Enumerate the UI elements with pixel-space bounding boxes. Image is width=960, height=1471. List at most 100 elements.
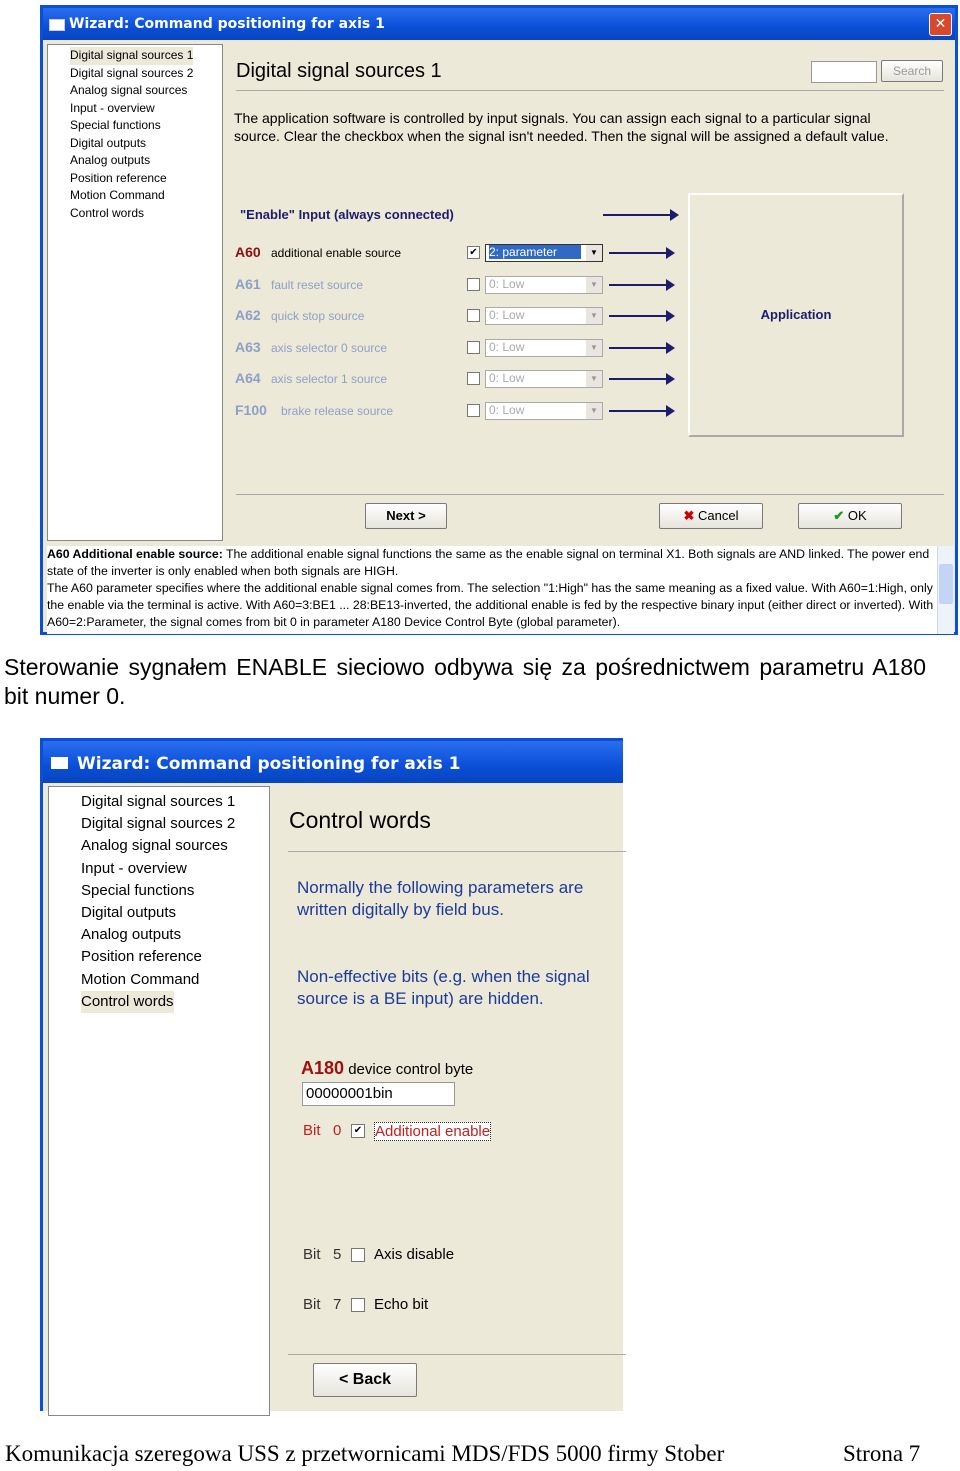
bit-label[interactable]: Axis disable xyxy=(374,1246,454,1263)
bit-checkbox[interactable] xyxy=(351,1298,365,1312)
ok-button[interactable]: ✔ OK xyxy=(798,503,902,529)
search-button[interactable]: Search xyxy=(881,60,943,82)
signal-code: A60 xyxy=(235,244,261,260)
selected-value: 0: Low xyxy=(489,371,525,385)
tree-item[interactable]: Motion Command xyxy=(70,187,222,205)
signal-label: quick stop source xyxy=(271,309,365,323)
enable-input-label: "Enable" Input (always connected) xyxy=(240,207,454,222)
arrow-icon xyxy=(609,404,675,417)
signal-source-select[interactable]: 2: parameter ▼ xyxy=(485,244,603,262)
help-scrollbar[interactable] xyxy=(937,546,954,634)
arrow-icon xyxy=(609,341,675,354)
tree-item[interactable]: Analog outputs xyxy=(81,924,269,946)
tree-item[interactable]: Special functions xyxy=(70,117,222,135)
help-heading: A60 Additional enable source: xyxy=(47,547,223,561)
tree-item[interactable]: Analog outputs xyxy=(70,152,222,170)
application-box: Application xyxy=(688,193,904,437)
tree-item[interactable]: Control words xyxy=(70,205,222,223)
divider xyxy=(288,1354,626,1355)
cancel-button[interactable]: ✖ Cancel xyxy=(659,503,763,529)
tree-item[interactable]: Digital signal sources 2 xyxy=(70,65,222,83)
divider xyxy=(236,90,944,91)
ok-label: OK xyxy=(847,508,867,523)
arrow-icon xyxy=(603,209,679,221)
signal-checkbox[interactable] xyxy=(467,309,480,322)
chevron-down-icon: ▼ xyxy=(586,371,602,387)
arrow-icon xyxy=(609,278,675,291)
signal-checkbox[interactable] xyxy=(467,340,480,354)
signal-label: axis selector 0 source xyxy=(271,340,388,355)
caption-text: Sterowanie sygnałem ENABLE sieciowo odby… xyxy=(4,654,926,709)
signal-checkbox[interactable] xyxy=(467,403,480,417)
arrow-icon xyxy=(609,373,675,385)
cancel-icon: ✖ xyxy=(683,508,695,523)
bit-label[interactable]: Additional enable xyxy=(374,1122,492,1141)
search-input[interactable] xyxy=(811,61,877,83)
tree-item[interactable]: Analog signal sources xyxy=(70,82,222,100)
parameter-label: A180 device control byte xyxy=(301,1058,473,1079)
signal-code: A61 xyxy=(235,275,261,292)
description-1: Normally the following parameters are wr… xyxy=(297,878,584,919)
bit-number: Bit 7 xyxy=(303,1296,342,1313)
footer-left: Komunikacja szeregowa USS z przetwornica… xyxy=(5,1441,725,1466)
bit-number: Bit 5 xyxy=(303,1246,342,1263)
signal-checkbox[interactable] xyxy=(467,372,480,385)
bit-checkbox[interactable] xyxy=(351,1248,365,1262)
close-button[interactable]: ✕ xyxy=(929,13,952,36)
title-bar: Wizard: Command positioning for axis 1 ✕ xyxy=(43,8,955,40)
selected-value: 0: Low xyxy=(489,339,525,354)
signal-label: additional enable source xyxy=(271,246,402,260)
cancel-label: Cancel xyxy=(698,508,739,523)
signal-code: A63 xyxy=(235,338,261,355)
signal-label: axis selector 1 source xyxy=(271,372,388,386)
window-icon xyxy=(51,757,68,769)
chevron-down-icon: ▼ xyxy=(586,245,602,261)
bit-checkbox[interactable]: ✔ xyxy=(351,1124,365,1138)
help-text-panel: A60 Additional enable source: The additi… xyxy=(47,546,937,634)
selected-value: 0: Low xyxy=(489,308,525,322)
tree-item[interactable]: Position reference xyxy=(81,946,269,968)
intro-text: The application software is controlled b… xyxy=(234,110,889,144)
parameter-name: device control byte xyxy=(348,1061,474,1078)
tree-item[interactable]: Digital signal sources 1 xyxy=(81,791,269,813)
tree-item[interactable]: Digital outputs xyxy=(70,135,222,153)
tree-item[interactable]: Input - overview xyxy=(81,858,269,880)
signal-label: brake release source xyxy=(281,403,394,418)
chevron-down-icon: ▼ xyxy=(586,276,602,293)
back-button[interactable]: < Back xyxy=(313,1363,417,1397)
arrow-icon xyxy=(609,247,675,259)
tree-item[interactable]: Analog signal sources xyxy=(81,835,269,857)
tree-item[interactable]: Position reference xyxy=(70,170,222,188)
signal-checkbox[interactable]: ✔ xyxy=(467,246,480,259)
tree-item[interactable]: Control words xyxy=(81,990,174,1014)
chevron-down-icon: ▼ xyxy=(586,308,602,324)
navigation-tree: Digital signal sources 1 Digital signal s… xyxy=(48,786,270,1416)
signal-label: fault reset source xyxy=(271,277,364,292)
selected-value: 0: Low xyxy=(489,276,525,291)
signal-checkbox[interactable] xyxy=(467,277,480,291)
tree-item[interactable]: Digital outputs xyxy=(81,902,269,924)
signal-source-select[interactable]: 0: Low ▼ xyxy=(485,401,603,420)
tree-item[interactable]: Motion Command xyxy=(81,969,269,991)
parameter-value-field[interactable]: 00000001bin xyxy=(302,1082,455,1106)
bit-label[interactable]: Echo bit xyxy=(374,1296,428,1313)
tree-item[interactable]: Digital signal sources 1 xyxy=(70,47,194,65)
check-icon: ✔ xyxy=(833,508,845,523)
tree-item[interactable]: Input - overview xyxy=(70,100,222,118)
signal-source-select[interactable]: 0: Low ▼ xyxy=(485,338,603,357)
divider xyxy=(288,851,626,852)
footer-page-number: Strona 7 xyxy=(843,1441,921,1466)
next-button[interactable]: Next > xyxy=(365,503,447,529)
wizard-window-1: Wizard: Command positioning for axis 1 ✕… xyxy=(40,5,958,635)
signal-source-select[interactable]: 0: Low ▼ xyxy=(485,307,603,325)
tree-item[interactable]: Special functions xyxy=(81,880,269,902)
signal-source-select[interactable]: 0: Low ▼ xyxy=(485,275,603,294)
divider xyxy=(236,494,944,495)
help-paragraph-2: The A60 parameter specifies where the ad… xyxy=(47,581,934,629)
chevron-down-icon: ▼ xyxy=(586,339,602,356)
bit-number: Bit 0 xyxy=(303,1122,342,1139)
signal-source-select[interactable]: 0: Low ▼ xyxy=(485,370,603,388)
tree-item[interactable]: Digital signal sources 2 xyxy=(81,813,269,835)
window-icon xyxy=(49,19,65,31)
window-title: Wizard: Command positioning for axis 1 xyxy=(77,754,461,774)
